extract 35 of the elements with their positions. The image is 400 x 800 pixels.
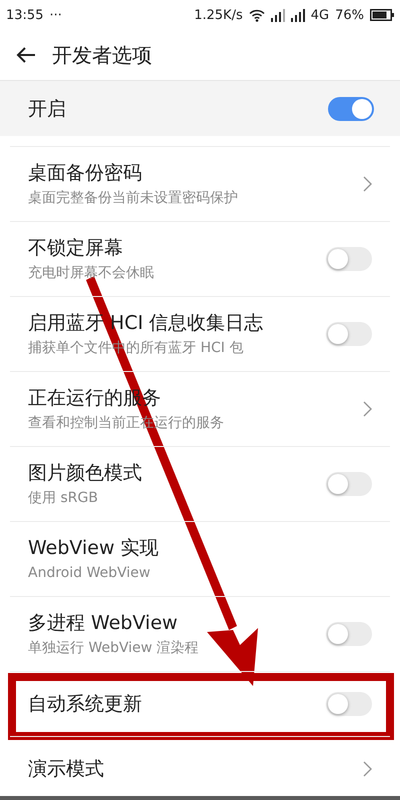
- battery-percent: 76%: [335, 8, 364, 22]
- row-subtitle: 单独运行 WebView 渲染程: [28, 639, 200, 658]
- status-time: 13:55: [6, 8, 44, 22]
- signal-icon: [270, 8, 285, 22]
- network-speed: 1.25K/s: [194, 8, 243, 22]
- row-title: WebView 实现: [28, 536, 160, 561]
- row-title: 开启: [28, 96, 66, 122]
- toggle-switch[interactable]: [326, 622, 372, 646]
- row-subtitle: 使用 sRGB: [28, 489, 99, 508]
- row-title: 自动系统更新: [28, 692, 143, 717]
- toggle-switch[interactable]: [326, 322, 372, 346]
- battery-icon: [370, 9, 394, 21]
- status-more: ···: [49, 8, 62, 22]
- row-subtitle: Android WebView: [28, 564, 152, 583]
- chevron-icon: [363, 401, 372, 417]
- row-title: 多进程 WebView: [28, 611, 179, 636]
- network-type: 4G: [310, 8, 330, 22]
- chevron-icon: [363, 761, 372, 777]
- chevron-icon: [363, 176, 372, 192]
- toggle-switch[interactable]: [326, 247, 372, 271]
- settings-row[interactable]: 桌面备份密码 桌面完整备份当前未设置密码保护: [10, 146, 390, 221]
- signal-icon: [290, 8, 305, 22]
- toggle-switch[interactable]: [328, 96, 374, 120]
- toggle-switch[interactable]: [326, 472, 372, 496]
- row-title: 不锁定屏幕: [28, 236, 124, 261]
- wifi-icon: [248, 8, 265, 22]
- row-subtitle: 充电时屏幕不会休眠: [28, 264, 155, 283]
- row-title: 演示模式: [28, 757, 105, 782]
- toggle-switch[interactable]: [326, 692, 372, 716]
- row-subtitle: 桌面完整备份当前未设置密码保护: [28, 189, 239, 208]
- back-arrow-icon[interactable]: [16, 46, 36, 64]
- page-title: 开发者选项: [52, 42, 152, 68]
- settings-row[interactable]: 自动系统更新: [10, 671, 390, 736]
- row-title: 桌面备份密码: [28, 161, 143, 186]
- row-title: 图片颜色模式: [28, 461, 143, 486]
